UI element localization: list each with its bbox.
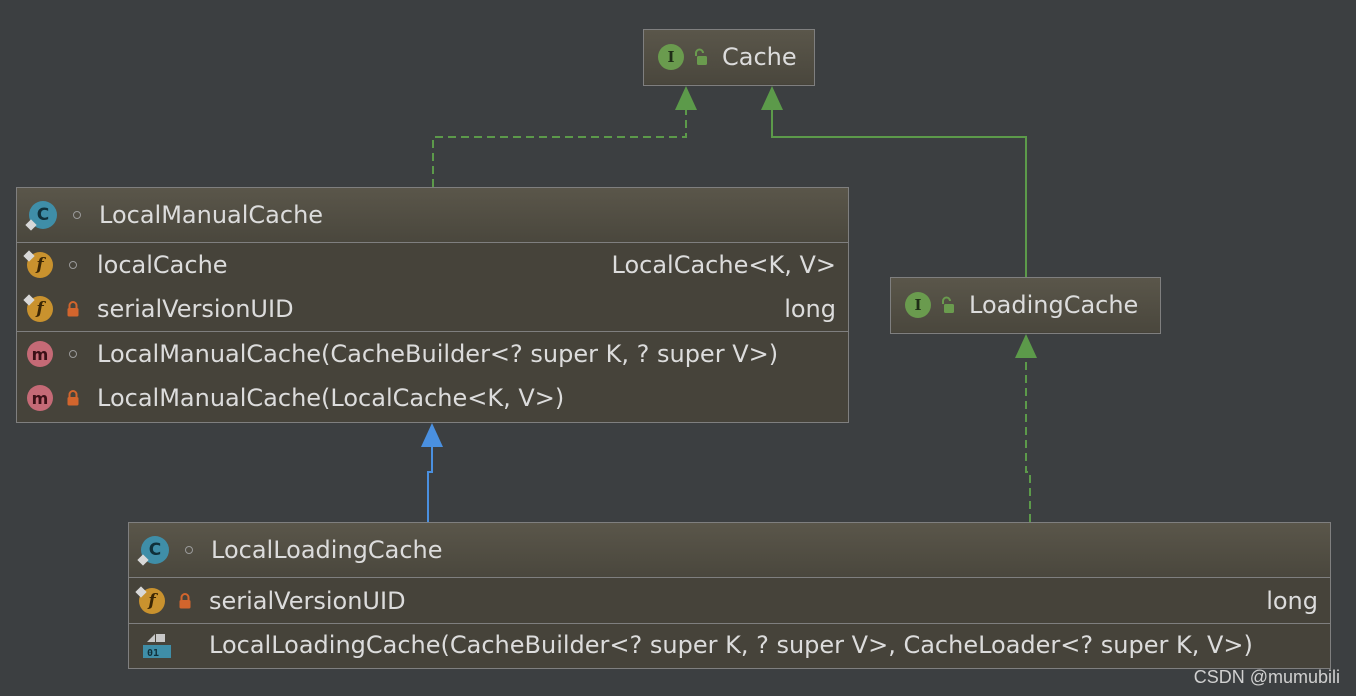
arrowhead <box>421 423 443 447</box>
edge-localloadingcache-extends-localmanualcache <box>421 423 443 522</box>
lock-icon <box>175 592 195 609</box>
arrowhead <box>1015 334 1037 358</box>
package-private-icon <box>63 350 83 358</box>
edge-localloadingcache-implements-loadingcache <box>1015 334 1037 522</box>
node-title: Cache <box>722 43 797 71</box>
node-localmanualcache[interactable]: C LocalManualCache f localCache LocalCac… <box>16 187 849 423</box>
fields-section: f serialVersionUID long <box>129 578 1330 624</box>
method-signature: LocalManualCache(CacheBuilder<? super K,… <box>97 340 779 368</box>
method-icon: m <box>27 385 53 411</box>
fields-section: f localCache LocalCache<K, V> f serialVe… <box>17 243 848 332</box>
unlocked-icon <box>690 48 710 66</box>
arrowhead <box>675 86 697 110</box>
methods-section: m LocalManualCache(CacheBuilder<? super … <box>17 332 848 420</box>
node-localloadingcache[interactable]: C LocalLoadingCache f serialVersionUID l… <box>128 522 1331 669</box>
method-signature: LocalLoadingCache(CacheBuilder<? super K… <box>209 631 1253 659</box>
field-name: serialVersionUID <box>97 295 294 323</box>
methods-section: 01 LocalLoadingCache(CacheBuilder<? supe… <box>129 624 1330 666</box>
svg-text:01: 01 <box>147 648 159 659</box>
field-type: long <box>784 295 836 323</box>
field-name: serialVersionUID <box>209 586 406 615</box>
edge-localmanualcache-implements-cache <box>432 86 697 187</box>
method-icon: m <box>27 341 53 367</box>
node-title: LocalLoadingCache <box>211 536 443 564</box>
node-title: LoadingCache <box>969 291 1139 319</box>
node-cache[interactable]: I Cache <box>643 29 815 86</box>
field-type: long <box>1266 586 1318 615</box>
class-icon: C <box>25 201 57 231</box>
field-name: localCache <box>97 251 228 279</box>
method-signature: LocalManualCache(LocalCache<K, V>) <box>97 384 565 412</box>
interface-icon: I <box>905 292 931 318</box>
lock-icon <box>63 390 83 406</box>
field-icon: f <box>135 585 165 614</box>
package-private-icon <box>67 211 87 219</box>
class-icon: C <box>137 536 169 566</box>
method-row[interactable]: m LocalManualCache(LocalCache<K, V>) <box>17 376 848 420</box>
node-title: LocalManualCache <box>99 201 324 229</box>
package-private-icon <box>63 261 83 269</box>
method-row[interactable]: m LocalManualCache(CacheBuilder<? super … <box>17 332 848 376</box>
interface-icon: I <box>658 44 684 70</box>
field-type: LocalCache<K, V> <box>611 251 836 279</box>
watermark: CSDN @mumubili <box>1193 667 1340 687</box>
package-private-icon <box>179 546 199 554</box>
node-loadingcache[interactable]: I LoadingCache <box>890 277 1161 334</box>
field-row[interactable]: f serialVersionUID long <box>129 578 1330 623</box>
field-row[interactable]: f localCache LocalCache<K, V> <box>17 243 848 287</box>
unlocked-icon <box>937 296 957 314</box>
constructor-icon: 01 <box>141 630 171 660</box>
arrowhead <box>761 86 783 110</box>
lock-icon <box>63 301 83 317</box>
field-icon: f <box>23 250 53 278</box>
field-row[interactable]: f serialVersionUID long <box>17 287 848 331</box>
field-icon: f <box>23 294 53 322</box>
method-row[interactable]: 01 LocalLoadingCache(CacheBuilder<? supe… <box>129 624 1330 666</box>
